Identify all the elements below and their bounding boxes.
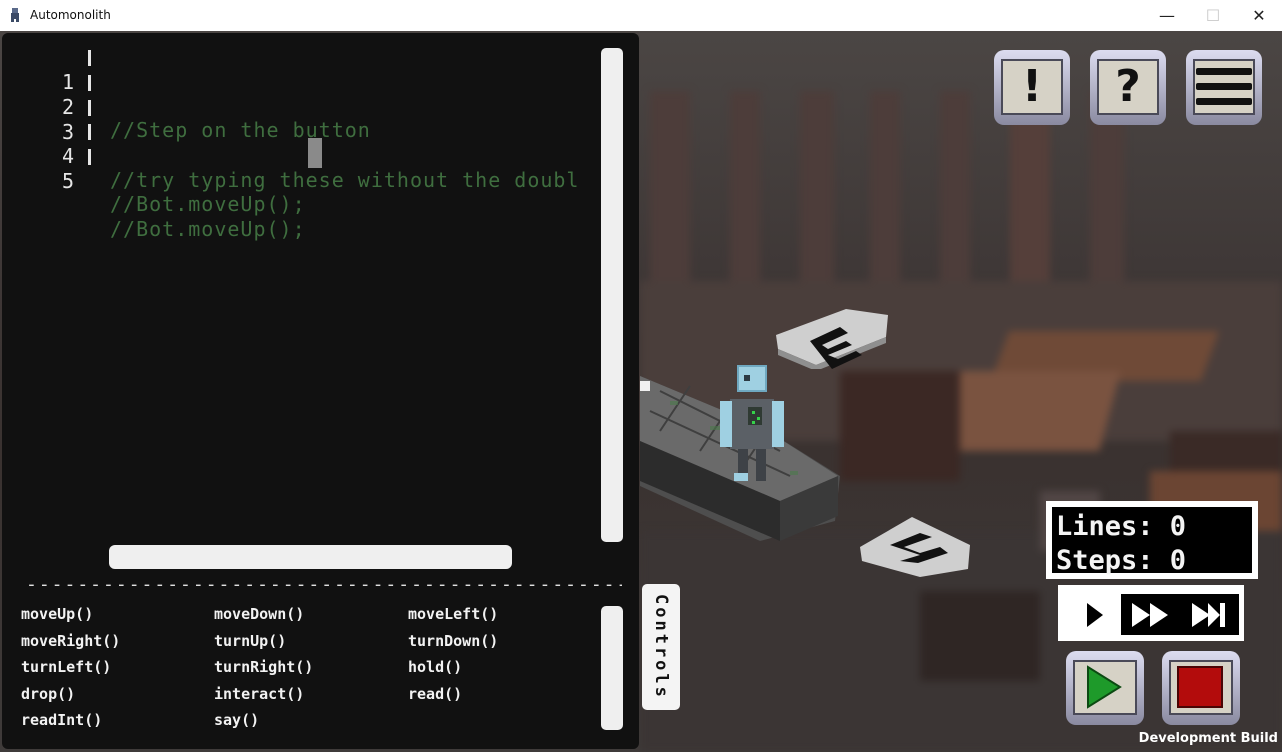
play-speed-button[interactable]	[1063, 594, 1121, 635]
code-line[interactable]: 3 //try typing these without the doubl	[2, 96, 578, 192]
code-line[interactable]: 5 //Bot.moveUp();	[2, 145, 305, 241]
start-marker	[860, 517, 970, 577]
window-title: Automonolith	[30, 8, 111, 22]
commands-scrollbar[interactable]	[601, 606, 623, 730]
robot-character	[720, 365, 784, 481]
question-icon: ?	[1115, 61, 1141, 112]
controls-tab[interactable]: Controls	[642, 584, 680, 710]
text-cursor	[308, 138, 322, 168]
command-movedown[interactable]: moveDown()	[214, 605, 304, 623]
development-build-label: Development Build	[1138, 731, 1278, 746]
code-line[interactable]: 1 //Step on the button	[2, 46, 370, 142]
command-moveright[interactable]: moveRight()	[21, 632, 120, 650]
app-icon	[11, 8, 19, 22]
controls-tab-label: Controls	[651, 594, 671, 700]
code-text[interactable]: //try typing these without the doubl	[110, 168, 579, 192]
menu-button[interactable]	[1186, 50, 1262, 125]
minimize-button[interactable]: —	[1144, 0, 1190, 31]
gutter-bar	[88, 124, 91, 140]
line-number: 1	[61, 70, 74, 94]
exit-marker	[776, 309, 888, 369]
exclamation-icon: !	[1021, 61, 1043, 112]
line-number: 4	[61, 144, 74, 168]
command-turnright[interactable]: turnRight()	[214, 658, 313, 676]
stop-button[interactable]	[1162, 651, 1240, 725]
gutter-bar	[88, 50, 91, 66]
gutter-bar	[88, 100, 91, 116]
line-number: 2	[61, 95, 74, 119]
maximize-button[interactable]: ☐	[1190, 0, 1236, 31]
command-turnup[interactable]: turnUp()	[214, 632, 286, 650]
code-line[interactable]: 2	[2, 71, 91, 119]
fast-forward-icon	[1132, 603, 1168, 627]
play-icon	[1087, 665, 1122, 709]
window-titlebar: Automonolith — ☐ ✕	[0, 0, 1282, 32]
close-button[interactable]: ✕	[1236, 0, 1282, 31]
lines-count: Lines: 0	[1056, 511, 1187, 542]
horizontal-scrollbar[interactable]	[109, 545, 512, 569]
vertical-scrollbar[interactable]	[601, 48, 623, 542]
command-turndown[interactable]: turnDown()	[408, 632, 498, 650]
command-moveup[interactable]: moveUp()	[21, 605, 93, 623]
step-button[interactable]	[1182, 594, 1238, 635]
step-icon	[1192, 603, 1225, 627]
play-icon	[1087, 603, 1103, 627]
speed-controls	[1058, 585, 1244, 641]
gutter-bar	[88, 75, 91, 91]
steps-count: Steps: 0	[1056, 545, 1187, 576]
line-number: 5	[61, 169, 74, 193]
help-button[interactable]: ?	[1090, 50, 1166, 125]
code-editor[interactable]: 1 //Step on the button 2 3 //try typing …	[2, 33, 639, 749]
line-number: 3	[61, 120, 74, 144]
command-drop[interactable]: drop()	[21, 685, 75, 703]
code-text[interactable]: //Bot.moveUp();	[110, 217, 306, 241]
command-moveleft[interactable]: moveLeft()	[408, 605, 498, 623]
code-text[interactable]: //Step on the button	[110, 118, 371, 142]
code-line[interactable]: 4 //Bot.moveUp();	[2, 120, 305, 216]
command-turnleft[interactable]: turnLeft()	[21, 658, 111, 676]
code-text[interactable]: //Bot.moveUp();	[110, 192, 306, 216]
command-read[interactable]: read()	[408, 685, 462, 703]
command-say[interactable]: say()	[214, 711, 259, 729]
fast-forward-button[interactable]	[1124, 594, 1182, 635]
stop-icon	[1177, 666, 1223, 708]
command-hold[interactable]: hold()	[408, 658, 462, 676]
stats-panel: Lines: 0 Steps: 0	[1046, 501, 1258, 579]
section-divider: ----------------------------------------…	[26, 574, 622, 595]
gutter-bar	[88, 149, 91, 165]
command-readint[interactable]: readInt()	[21, 711, 102, 729]
command-interact[interactable]: interact()	[214, 685, 304, 703]
alert-button[interactable]: !	[994, 50, 1070, 125]
run-button[interactable]	[1066, 651, 1144, 725]
